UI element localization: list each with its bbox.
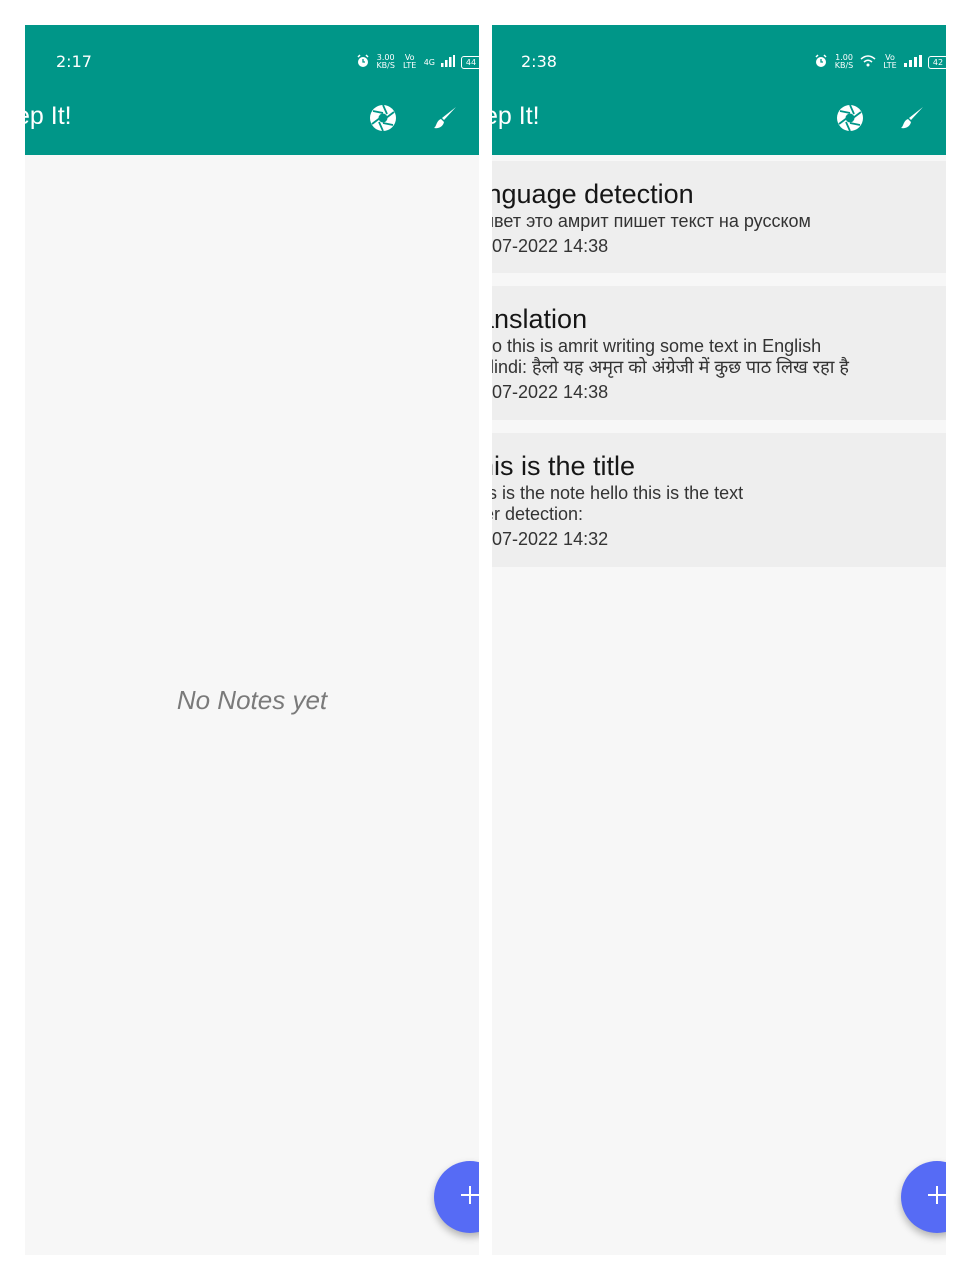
status-icons: 3.00 KB/S Vo LTE 4G 44 [356, 54, 479, 70]
note-body-line: is is the note hello this is the text [492, 483, 744, 503]
notes-list: ınguage detection ивет это амрит пишет т… [492, 161, 946, 580]
status-bar: 2:38 1.00 KB/S Vo LTE 42 [492, 25, 946, 95]
network-type: 4G [423, 57, 435, 67]
note-title: anslation [492, 304, 588, 334]
note-card[interactable]: nis is the title is is the note hello th… [492, 433, 946, 567]
alarm-icon [356, 54, 370, 70]
camera-button[interactable] [832, 102, 868, 138]
note-date: -07-2022 14:32 [492, 529, 609, 549]
status-icons: 1.00 KB/S Vo LTE 42 [814, 54, 946, 70]
volte-indicator: Vo LTE [883, 53, 897, 70]
note-body-line: llo this is amrit writing some text in E… [492, 336, 822, 356]
battery-icon: 42 [928, 55, 946, 69]
add-note-button[interactable] [901, 1161, 946, 1233]
alarm-icon [814, 54, 828, 70]
empty-state-message: No Notes yet [176, 685, 328, 715]
camera-shutter-icon [368, 103, 398, 137]
brush-button[interactable] [427, 102, 463, 138]
app-title: ep It! [492, 102, 540, 130]
brush-button[interactable] [894, 102, 930, 138]
note-date: -07-2022 14:38 [492, 382, 609, 402]
battery-icon: 44 [461, 55, 479, 69]
note-card[interactable]: ınguage detection ивет это амрит пишет т… [492, 161, 946, 273]
plus-icon [924, 1182, 946, 1212]
note-title: nis is the title [492, 451, 636, 481]
right-phone-screen: 2:38 1.00 KB/S Vo LTE 42 ep It! [492, 25, 946, 1255]
network-speed: 1.00 KB/S [834, 53, 854, 70]
status-bar: 2:17 3.00 KB/S Vo LTE 4G 44 [25, 25, 479, 95]
plus-icon [457, 1182, 479, 1212]
add-note-button[interactable] [434, 1161, 479, 1233]
status-time: 2:38 [521, 52, 557, 71]
note-body-line: ивет это амрит пишет текст на русском [492, 211, 811, 231]
signal-icon [441, 55, 455, 69]
status-time: 2:17 [56, 52, 92, 71]
note-card[interactable]: anslation llo this is amrit writing some… [492, 286, 946, 420]
app-bar: 2:38 1.00 KB/S Vo LTE 42 ep It! [492, 25, 946, 155]
network-speed: 3.00 KB/S [376, 53, 395, 70]
note-date: -07-2022 14:38 [492, 236, 609, 256]
camera-button[interactable] [365, 102, 401, 138]
app-bar: 2:17 3.00 KB/S Vo LTE 4G 44 ep It! [25, 25, 479, 155]
brush-icon [431, 104, 459, 136]
left-phone-screen: 2:17 3.00 KB/S Vo LTE 4G 44 ep It! [25, 25, 479, 1255]
note-body-line: -lindi: हैलो यह अमृत को अंग्रेजी में कुछ… [492, 357, 849, 377]
note-title: ınguage detection [492, 179, 694, 209]
app-title: ep It! [25, 102, 72, 130]
brush-icon [898, 104, 926, 136]
note-body-line: er detection: [492, 504, 584, 524]
volte-indicator: Vo LTE [403, 53, 417, 70]
signal-icon [904, 55, 922, 69]
wifi-icon [860, 55, 876, 69]
camera-shutter-icon [835, 103, 865, 137]
